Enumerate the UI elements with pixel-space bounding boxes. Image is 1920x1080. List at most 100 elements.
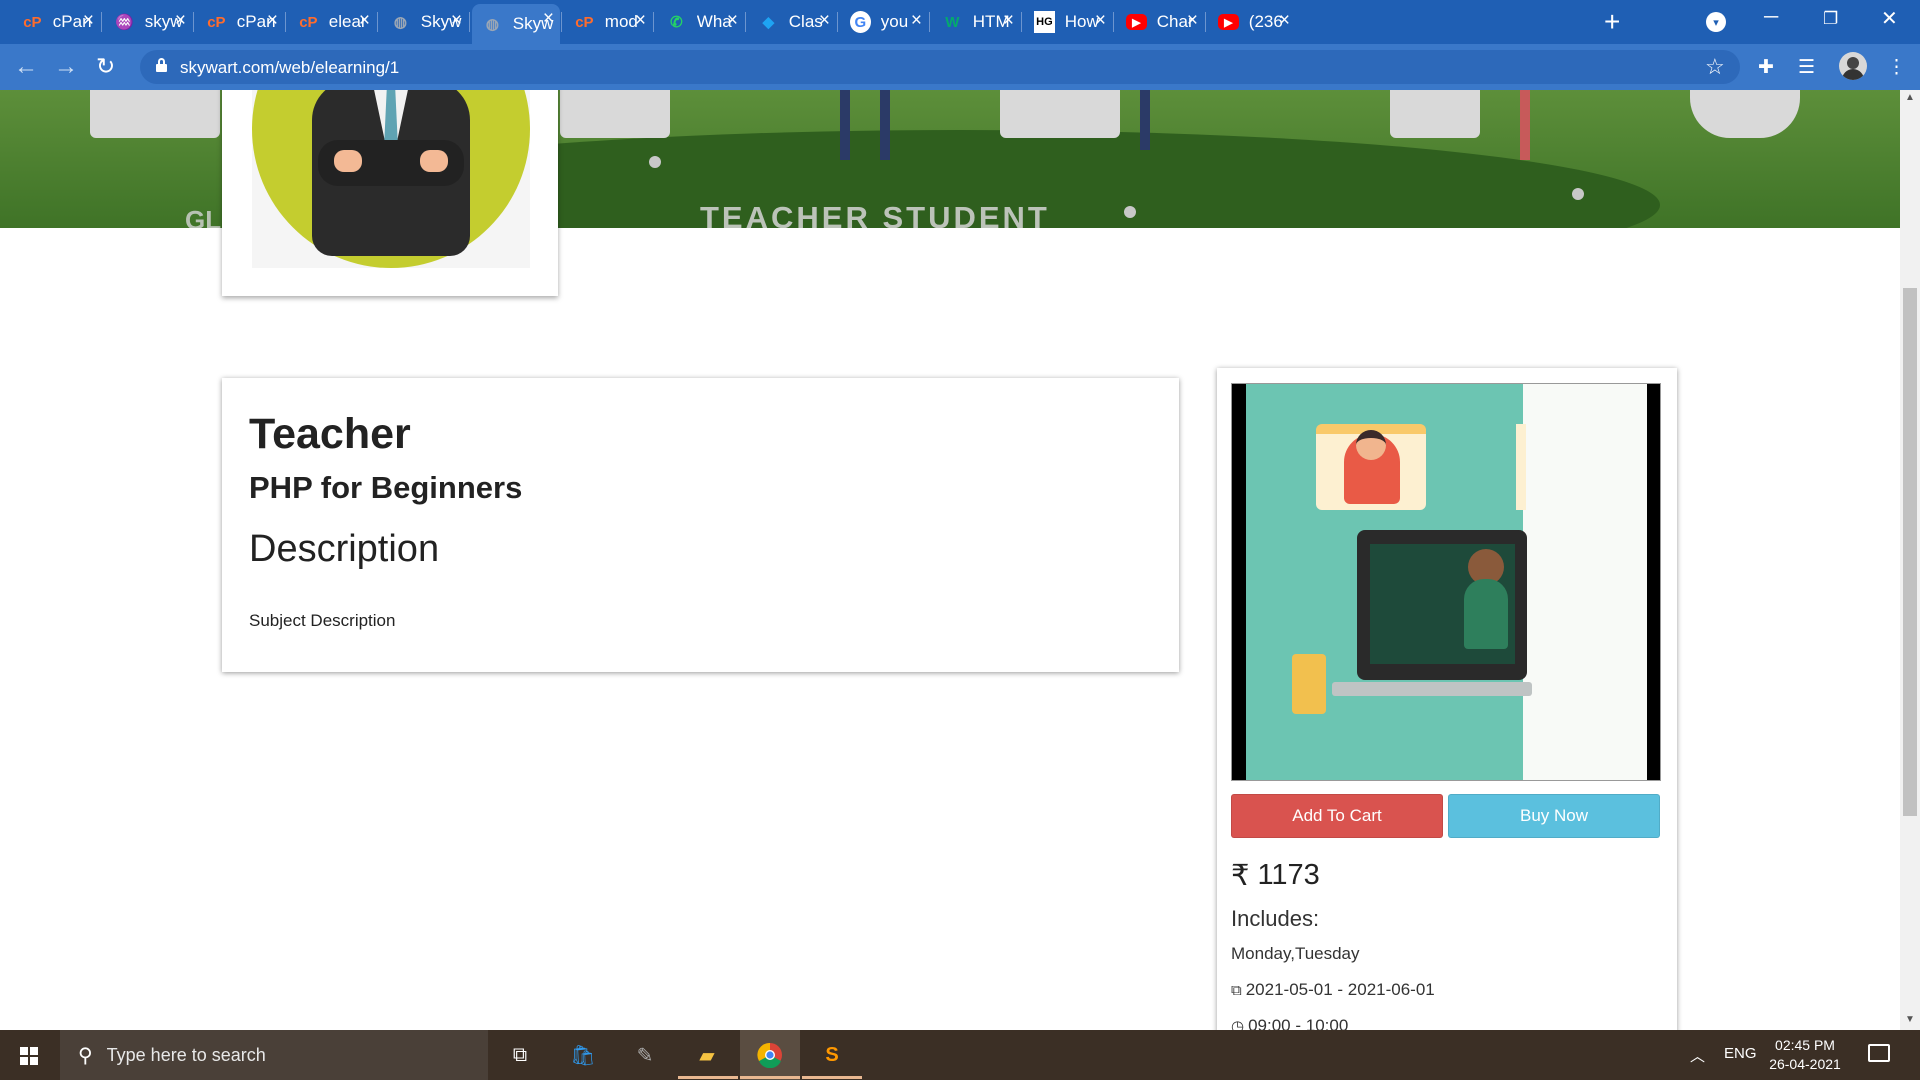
price-value: 1173 (1257, 859, 1320, 891)
scroll-down-arrow-icon[interactable]: ▼ (1905, 1014, 1915, 1025)
menu-kebab-icon[interactable]: ⋮ (1887, 56, 1906, 79)
url-text[interactable]: skywart.com/web/elearning/1 (180, 58, 399, 78)
cpanel-icon: cP (575, 13, 594, 31)
tab-separator (837, 12, 838, 32)
schedule-days: Monday,Tuesday (1231, 944, 1360, 963)
browser-tab[interactable]: ▶ (236 × (1208, 6, 1296, 38)
browser-tab[interactable]: cP cPan × (12, 6, 100, 38)
new-tab-button[interactable]: + (1604, 6, 1620, 38)
date-range: ⧉ 2021-05-01 - 2021-06-01 (1231, 980, 1435, 1000)
clock-icon: ◷ (1231, 1018, 1245, 1030)
tab-separator (929, 12, 930, 32)
globe-icon: ◍ (393, 14, 407, 31)
youtube-icon: ▶ (1126, 14, 1147, 30)
tab-separator (101, 12, 102, 32)
close-tab-icon[interactable]: × (83, 10, 94, 32)
browser-tab[interactable]: ◆ Clas × (748, 6, 836, 38)
pen-tool-icon[interactable]: ✎ (628, 1038, 662, 1072)
tab-separator (285, 12, 286, 32)
price: ₹ 1173 (1231, 858, 1320, 893)
browser-tab[interactable]: cP mod × (564, 6, 652, 38)
close-tab-icon[interactable]: × (911, 10, 922, 32)
lock-icon[interactable] (156, 58, 167, 72)
buy-now-button[interactable]: Buy Now (1448, 794, 1660, 838)
close-window-button[interactable]: ✕ (1881, 6, 1898, 31)
time-range-text: 09:00 - 10:00 (1248, 1016, 1349, 1030)
browser-tab[interactable]: W HTM × (932, 6, 1020, 38)
close-tab-icon[interactable]: × (1095, 10, 1106, 32)
scroll-up-arrow-icon[interactable]: ▲ (1905, 92, 1915, 103)
forward-button[interactable]: → (54, 53, 78, 81)
browser-tab-strip: cP cPan × ♒ skyw × cP cPan × cP elear × ◍ Skyw × ◍ Skyw ×… (0, 0, 1920, 44)
scrollbar-thumb[interactable] (1903, 288, 1917, 816)
close-tab-icon[interactable]: × (635, 10, 646, 32)
hg-icon: HG (1034, 11, 1055, 33)
windows-start-icon[interactable] (20, 1047, 38, 1065)
close-tab-icon[interactable]: × (819, 10, 830, 32)
date-range-text: 2021-05-01 - 2021-06-01 (1245, 980, 1435, 999)
tab-separator (745, 12, 746, 32)
tab-search-button[interactable]: ▾ (1706, 12, 1726, 32)
teacher-photo-card (222, 90, 558, 296)
windows-taskbar: ⚲ Type here to search ⧉ 🛍 ✎ ▰ S ︿ ENG 02… (0, 1030, 1920, 1080)
close-tab-icon[interactable]: × (1279, 10, 1290, 32)
browser-tab[interactable]: cP cPan × (196, 6, 284, 38)
back-button[interactable]: ← (14, 53, 38, 81)
close-tab-icon[interactable]: × (1187, 10, 1198, 32)
skyw-logo-icon: ♒ (115, 14, 134, 31)
reload-button[interactable]: ↻ (96, 53, 115, 80)
taskbar-search-placeholder[interactable]: Type here to search (107, 1045, 266, 1066)
time-range: ◷ 09:00 - 10:00 (1231, 1016, 1348, 1030)
close-tab-icon[interactable]: × (175, 10, 186, 32)
browser-tab[interactable]: ◍ Skyw × (380, 6, 468, 38)
minimize-button[interactable]: ─ (1764, 6, 1778, 29)
browser-tab[interactable]: ◍ Skyw × (472, 4, 560, 44)
close-tab-icon[interactable]: × (543, 8, 554, 30)
includes-label: Includes: (1231, 906, 1320, 931)
reading-list-icon[interactable]: ☰ (1798, 56, 1815, 79)
search-icon: ⚲ (78, 1044, 93, 1067)
description-text: Subject Description (249, 611, 396, 630)
clock-time: 02:45 PM (1775, 1037, 1835, 1053)
browser-toolbar: ← → ↻ skywart.com/web/elearning/1 ☆ ✚ ☰ … (0, 44, 1920, 90)
browser-tab[interactable]: ✆ Wha × (656, 6, 744, 38)
vertical-scrollbar[interactable]: ▲ ▼ (1900, 90, 1920, 1030)
task-view-icon[interactable]: ⧉ (503, 1038, 537, 1072)
purchase-card: Add To Cart Buy Now ₹ 1173 Includes: Mon… (1217, 368, 1677, 1030)
store-icon[interactable]: 🛍 (566, 1038, 600, 1072)
bookmark-star-icon[interactable]: ☆ (1705, 54, 1725, 80)
chrome-icon[interactable] (753, 1038, 787, 1072)
tab-separator (653, 12, 654, 32)
currency-symbol: ₹ (1231, 860, 1250, 892)
add-to-cart-button[interactable]: Add To Cart (1231, 794, 1443, 838)
tab-separator (1113, 12, 1114, 32)
tab-separator (1021, 12, 1022, 32)
close-tab-icon[interactable]: × (267, 10, 278, 32)
taskbar-clock[interactable]: 02:45 PM 26-04-2021 (1760, 1036, 1850, 1074)
file-explorer-icon[interactable]: ▰ (690, 1038, 724, 1072)
taskbar-search-box[interactable]: ⚲ Type here to search (60, 1030, 488, 1080)
banner-caption-left: GL (185, 205, 222, 228)
restore-button[interactable]: ❐ (1823, 9, 1838, 29)
tray-chevron-icon[interactable]: ︿ (1690, 1045, 1705, 1066)
address-bar[interactable]: skywart.com/web/elearning/1 ☆ (140, 50, 1740, 84)
sublime-text-icon[interactable]: S (815, 1038, 849, 1072)
profile-avatar[interactable] (1839, 52, 1867, 80)
close-tab-icon[interactable]: × (1003, 10, 1014, 32)
close-tab-icon[interactable]: × (359, 10, 370, 32)
language-indicator[interactable]: ENG (1724, 1045, 1757, 1062)
tab-separator (377, 12, 378, 32)
browser-tab[interactable]: Gyou × (840, 6, 928, 38)
browser-tab[interactable]: ▶ Char × (1116, 6, 1204, 38)
tab-separator (469, 12, 470, 32)
extensions-icon[interactable]: ✚ (1758, 56, 1774, 79)
browser-tab[interactable]: HG How × (1024, 6, 1112, 38)
tab-separator (1205, 12, 1206, 32)
close-tab-icon[interactable]: × (451, 10, 462, 32)
youtube-icon: ▶ (1218, 14, 1239, 30)
browser-tab[interactable]: ♒ skyw × (104, 6, 192, 38)
clock-date: 26-04-2021 (1769, 1056, 1841, 1072)
notifications-icon[interactable] (1868, 1044, 1890, 1062)
close-tab-icon[interactable]: × (727, 10, 738, 32)
browser-tab[interactable]: cP elear × (288, 6, 376, 38)
